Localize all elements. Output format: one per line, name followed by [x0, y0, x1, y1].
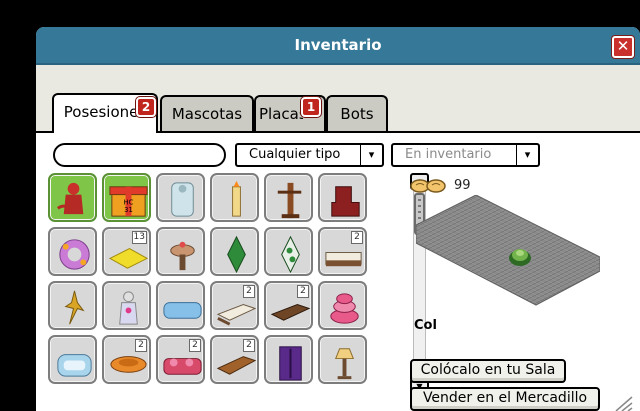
search-input[interactable]	[53, 143, 226, 167]
colchoneta-azul-icon	[163, 302, 202, 319]
pila-rosa-icon	[330, 293, 359, 324]
gema-verde-blanca-icon	[281, 235, 300, 274]
inventory-slot[interactable]: 2	[318, 227, 367, 276]
inventory-slot[interactable]	[156, 227, 205, 276]
tab-mascotas-label: Mascotas	[171, 105, 243, 123]
item-count-badge: 2	[297, 285, 309, 298]
lagarto-dorado-icon	[64, 290, 85, 325]
title-bar[interactable]: Inventario ✕	[36, 27, 640, 65]
sillon-azul-icon	[57, 354, 92, 377]
tab-placas-badge: 1	[301, 97, 321, 117]
item-count-badge: 2	[189, 339, 201, 352]
vestido-maniqui-icon	[56, 182, 84, 215]
tab-placas-label: Placas	[259, 105, 303, 123]
inventory-slot[interactable]: 2	[102, 335, 151, 384]
inventory-window: Inventario ✕ Posesiones 2 Mascotas Placa…	[36, 27, 640, 411]
inventory-slot[interactable]: 2	[210, 335, 259, 384]
tab-bots[interactable]: Bots	[326, 95, 388, 133]
tab-bots-label: Bots	[340, 105, 374, 123]
resize-grip-icon[interactable]	[596, 393, 636, 411]
inventory-slot[interactable]: HC 31	[102, 173, 151, 222]
inventory-slot[interactable]	[264, 173, 313, 222]
tab-mascotas[interactable]: Mascotas	[160, 95, 254, 133]
inventory-slot[interactable]	[48, 227, 97, 276]
perchero-icon	[277, 182, 302, 219]
inventory-slot[interactable]: 2	[210, 281, 259, 330]
item-count-badge: 2	[243, 285, 255, 298]
inventory-slot[interactable]	[48, 335, 97, 384]
inventory-slot[interactable]	[210, 173, 259, 222]
inventory-slot[interactable]	[318, 173, 367, 222]
type-filter-value: Cualquier tipo	[249, 147, 341, 162]
credits-icon	[410, 179, 446, 193]
item-count-badge: 13	[131, 231, 147, 244]
lampara-pie-icon	[334, 348, 355, 380]
lampara-vela-icon	[232, 180, 241, 217]
place-in-room-button[interactable]: Colócalo en tu Sala	[410, 359, 566, 383]
regalo-hc-icon: HC31	[109, 186, 148, 217]
corona-flores-icon	[59, 239, 90, 270]
tab-posesiones-badge: 2	[136, 97, 156, 117]
inventory-slot[interactable]	[156, 173, 205, 222]
inventory-slot[interactable]: 2	[156, 335, 205, 384]
mesa-pastel-icon	[170, 241, 195, 271]
estatua-payaso-icon	[119, 291, 138, 325]
svg-text:31: 31	[124, 206, 133, 214]
inventory-slot[interactable]	[318, 281, 367, 330]
inventory-slot[interactable]	[48, 281, 97, 330]
inventory-slot[interactable]: 2	[264, 281, 313, 330]
window-title: Inventario	[294, 36, 382, 54]
inventory-slot[interactable]: 13	[102, 227, 151, 276]
item-count-badge: 2	[243, 339, 255, 352]
sell-marketplace-button[interactable]: Vender en el Mercadillo	[410, 387, 600, 411]
selected-item-name: Col	[414, 318, 437, 333]
inventory-slot[interactable]	[48, 173, 97, 222]
chevron-down-icon: ▾	[516, 145, 538, 165]
maniqui-hielo-icon	[171, 182, 194, 217]
item-grid: HC 31 13 2 2 2 2 2 2	[48, 173, 380, 409]
inventory-slot[interactable]	[264, 335, 313, 384]
inventory-content: Cualquier tipo ▾ En inventario ▾ HC 31 13 2…	[36, 131, 640, 411]
tab-bar: Posesiones 2 Mascotas Placas 1 Bots	[36, 67, 640, 133]
close-button[interactable]: ✕	[612, 36, 634, 58]
armario-morado-icon	[279, 346, 302, 381]
credits-value: 99	[454, 178, 471, 193]
item-count-badge: 2	[135, 339, 147, 352]
location-filter-value: En inventario	[405, 147, 492, 162]
chevron-down-icon: ▾	[360, 145, 382, 165]
type-filter-select[interactable]: Cualquier tipo ▾	[235, 143, 384, 167]
location-filter-select[interactable]: En inventario ▾	[391, 143, 540, 167]
svg-text:HC: HC	[124, 198, 134, 206]
inventory-slot[interactable]	[318, 335, 367, 384]
item-preview	[416, 195, 600, 306]
gema-verde-icon	[227, 235, 246, 274]
inventory-slot[interactable]	[102, 281, 151, 330]
silla-roja-icon	[331, 186, 360, 217]
item-count-badge: 2	[351, 231, 363, 244]
inventory-slot[interactable]	[156, 281, 205, 330]
inventory-slot[interactable]	[210, 227, 259, 276]
inventory-slot[interactable]	[264, 227, 313, 276]
